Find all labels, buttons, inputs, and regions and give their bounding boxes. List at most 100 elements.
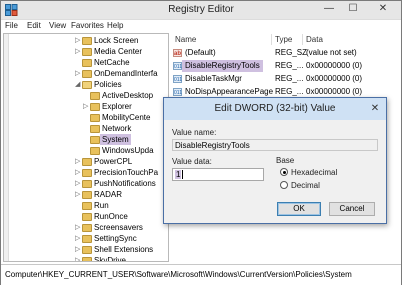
column-header-data[interactable]: Data: [306, 35, 323, 44]
folder-icon: [82, 48, 92, 56]
ok-button[interactable]: OK: [277, 202, 321, 216]
dialog-title: Edit DWORD (32-bit) Value: [164, 98, 386, 120]
tree-item-label: RunOnce: [94, 212, 128, 221]
column-header-name[interactable]: Name: [175, 35, 196, 44]
folder-icon: [90, 103, 100, 111]
folder-icon: [82, 235, 92, 243]
tree-item-label: System: [100, 134, 131, 145]
status-bar-path: Computer\HKEY_CURRENT_USER\Software\Micr…: [1, 264, 401, 285]
folder-icon: [90, 125, 100, 133]
column-separator[interactable]: [271, 34, 272, 45]
string-value-icon: ab: [173, 49, 182, 57]
hexadecimal-radio[interactable]: [280, 168, 288, 176]
expand-arrow-icon[interactable]: ▷: [75, 156, 81, 167]
folder-icon: [90, 136, 100, 144]
expand-arrow-icon[interactable]: ▷: [75, 46, 81, 57]
tree-item-label: Network: [102, 124, 132, 133]
value-data-input[interactable]: 1: [172, 168, 264, 181]
tree-item-label: RADAR: [94, 190, 123, 199]
dword-value-icon: 011: [173, 75, 182, 83]
maximize-button[interactable]: ☐: [341, 1, 365, 18]
value-row[interactable]: 011 DisableTaskMgr REG_... 0x00000000 (0): [173, 73, 399, 85]
value-name-label: Value name:: [172, 128, 217, 137]
folder-icon: [82, 59, 92, 67]
folder-icon: [82, 70, 92, 78]
expand-arrow-icon[interactable]: ▷: [75, 178, 81, 189]
expand-arrow-icon[interactable]: ▷: [75, 222, 81, 233]
folder-icon: [82, 257, 92, 261]
value-name: DisableTaskMgr: [185, 74, 242, 83]
menu-file[interactable]: File: [5, 21, 18, 30]
value-name-field: DisableRegistryTools: [172, 139, 378, 151]
folder-icon: [90, 147, 100, 155]
tree-item-label: PushNotifications: [94, 179, 156, 188]
title-bar: Registry Editor — ☐ ✕: [1, 1, 401, 20]
menu-favorites[interactable]: Favorites: [71, 21, 104, 30]
decimal-label[interactable]: Decimal: [291, 181, 320, 190]
expand-arrow-icon[interactable]: ▷: [83, 101, 89, 112]
key-tree-pane[interactable]: ▷ Lock Screen ▷ Media Center NetCache ▷ OnDema…: [3, 33, 169, 262]
folder-icon: [82, 224, 92, 232]
value-row[interactable]: ab (Default) REG_SZ (value not set): [173, 47, 399, 59]
expand-arrow-icon[interactable]: ▷: [75, 167, 81, 178]
menu-edit[interactable]: Edit: [27, 21, 41, 30]
tree-item-label: WindowsUpda: [102, 146, 154, 155]
tree-item-label: MobilityCente: [102, 113, 151, 122]
tree-item-label: Media Center: [94, 47, 143, 56]
folder-icon: [82, 191, 92, 199]
tree-item-label: ActiveDesktop: [102, 91, 154, 100]
dword-value-icon: 011: [173, 62, 182, 70]
expanded-arrow-icon[interactable]: ◢: [75, 79, 81, 90]
menu-view[interactable]: View: [49, 21, 66, 30]
folder-icon: [82, 180, 92, 188]
close-button[interactable]: ✕: [365, 1, 401, 18]
value-type: REG_...: [275, 74, 304, 83]
base-group: Base Hexadecimal Decimal: [272, 156, 380, 192]
column-separator[interactable]: [302, 34, 303, 45]
tree-item-label: SkyDrive: [94, 256, 127, 262]
value-row[interactable]: 011 DisableRegistryTools REG_... 0x00000000…: [173, 60, 399, 72]
value-data: (value not set): [306, 48, 357, 57]
expand-arrow-icon[interactable]: ▷: [75, 189, 81, 200]
tree-item-label: Screensavers: [94, 223, 143, 232]
value-data: 0x00000000 (0): [306, 74, 363, 83]
expand-arrow-icon[interactable]: ▷: [75, 244, 81, 255]
tree-item-label: SettingSync: [94, 234, 137, 243]
folder-icon: [82, 246, 92, 254]
decimal-radio[interactable]: [280, 181, 288, 189]
menu-help[interactable]: Help: [107, 21, 123, 30]
tree-item-label: OnDemandInterfa: [94, 69, 158, 78]
cancel-button[interactable]: Cancel: [329, 202, 375, 216]
minimize-button[interactable]: —: [317, 1, 341, 18]
folder-icon: [82, 202, 92, 210]
hexadecimal-label[interactable]: Hexadecimal: [291, 168, 337, 177]
expand-arrow-icon[interactable]: ▷: [75, 68, 81, 79]
value-type: REG_...: [275, 61, 304, 70]
menu-bar: File Edit View Favorites Help: [1, 20, 401, 33]
text-caret: [182, 170, 184, 180]
folder-icon: [90, 114, 100, 122]
value-name: (Default): [185, 48, 216, 57]
tree-scrollbar[interactable]: [4, 34, 9, 261]
folder-icon: [82, 213, 92, 221]
value-type: REG_SZ: [275, 48, 308, 57]
expand-arrow-icon[interactable]: ▷: [75, 255, 81, 261]
folder-icon: [82, 158, 92, 166]
expand-arrow-icon[interactable]: ▷: [75, 233, 81, 244]
tree-item-label: PrecisionTouchPa: [94, 168, 159, 177]
value-data: 0x00000000 (0): [306, 61, 363, 70]
expand-arrow-icon[interactable]: ▷: [75, 35, 81, 46]
value-data-text: 1: [175, 170, 182, 179]
folder-icon: [90, 92, 100, 100]
value-name-text: DisableRegistryTools: [175, 141, 250, 150]
dword-value-icon: 011: [173, 88, 182, 96]
folder-icon: [82, 37, 92, 45]
column-header-type[interactable]: Type: [275, 35, 292, 44]
tree-item-label: PowerCPL: [94, 157, 133, 166]
base-label: Base: [276, 156, 295, 165]
value-name: DisableRegistryTools: [182, 60, 263, 72]
tree-item-label: Lock Screen: [94, 36, 139, 45]
registry-editor-window: Registry Editor — ☐ ✕ File Edit View Fav…: [0, 0, 402, 285]
tree-item-label: Shell Extensions: [94, 245, 154, 254]
dialog-close-button[interactable]: ✕: [368, 102, 382, 116]
